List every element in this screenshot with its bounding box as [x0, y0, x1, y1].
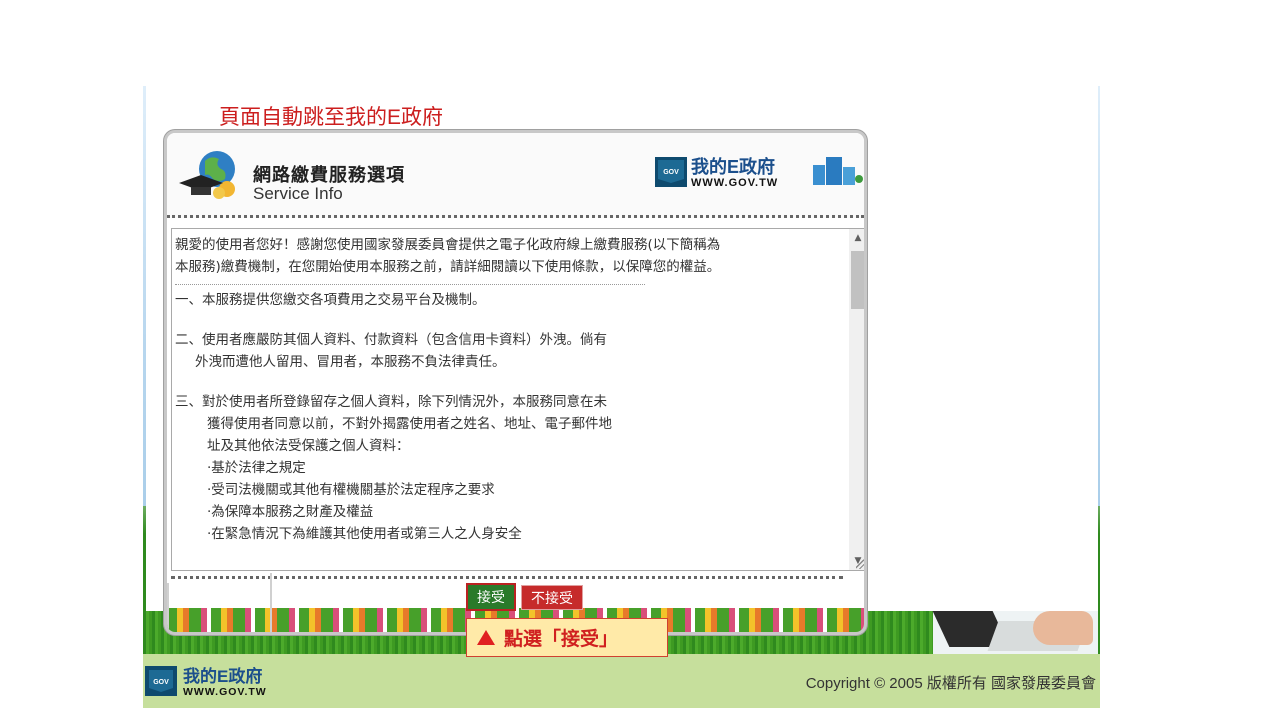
footer-logo-badge: GOV	[153, 679, 169, 686]
footer-gov-logo[interactable]: GOV 我的E政府 WWW.GOV.TW	[145, 664, 305, 698]
accept-button[interactable]: 接受	[466, 583, 516, 611]
dialog-title-en: Service Info	[253, 184, 343, 203]
terms-bullet-2: ‧受司法機關或其他有權機關基於法定程序之要求	[207, 482, 495, 498]
divider-line	[167, 583, 169, 632]
dialog-header: 網路繳費服務選項 Service Info GOV 我的E政府 WWW.GOV.…	[167, 133, 864, 218]
terms-intro-line1: 親愛的使用者您好！感謝您使用國家發展委員會提供之電子化政府線上繳費服務(以下簡稱…	[175, 237, 721, 253]
terms-textarea[interactable]: 親愛的使用者您好！感謝您使用國家發展委員會提供之電子化政府線上繳費服務(以下簡稱…	[171, 228, 864, 571]
terms-intro-line2: 本服務)繳費機制，在您開始使用本服務之前，請詳細閱讀以下使用條款，以保障您的權益…	[175, 259, 721, 275]
footer-logo-url: WWW.GOV.TW	[183, 686, 267, 698]
terms-item-1: 一、本服務提供您繳交各項費用之交易平台及機制。	[175, 292, 486, 308]
logo-text: 我的E政府	[691, 156, 775, 177]
hand-image	[1033, 611, 1093, 645]
logo-badge: GOV	[663, 169, 679, 176]
scroll-thumb[interactable]	[851, 251, 864, 309]
footer: GOV 我的E政府 WWW.GOV.TW Copyright © 2005 版權…	[143, 654, 1100, 708]
logo-url: WWW.GOV.TW	[691, 177, 778, 189]
reject-button[interactable]: 不接受	[521, 585, 583, 610]
footer-logo-text: 我的E政府	[183, 666, 262, 686]
resize-grip-icon[interactable]	[856, 559, 864, 569]
terms-content: 親愛的使用者您好！感謝您使用國家發展委員會提供之電子化政府線上繳費服務(以下簡稱…	[175, 234, 835, 545]
divider-line	[270, 573, 272, 632]
scroll-up-arrow-icon[interactable]: ▲	[849, 229, 864, 247]
instruction-callout: 點選「接受」	[466, 618, 668, 657]
terms-bullet-3: ‧為保障本服務之財產及權益	[207, 504, 374, 520]
terms-bullet-1: ‧基於法律之規定	[207, 460, 306, 476]
terms-item-3-line1: 三、對於使用者所登錄留存之個人資料，除下列情況外，本服務同意在未	[175, 394, 607, 410]
terms-item-2-line1: 二、使用者應嚴防其個人資料、付款資料（包含信用卡資料）外洩。倘有	[175, 332, 607, 348]
terms-item-3-line2: 獲得使用者同意以前，不對外揭露使用者之姓名、地址、電子郵件地	[207, 416, 612, 432]
footer-copyright: Copyright © 2005 版權所有 國家發展委員會	[805, 675, 1096, 692]
service-info-dialog: 網路繳費服務選項 Service Info GOV 我的E政府 WWW.GOV.…	[167, 133, 864, 632]
terms-bullet-4: ‧在緊急情況下為維護其他使用者或第三人之人身安全	[207, 526, 522, 542]
terms-item-3-line3: 址及其他依法受保護之個人資料：	[207, 438, 410, 454]
instruction-text: 點選「接受」	[504, 629, 619, 650]
vertical-scrollbar[interactable]: ▲ ▼	[849, 229, 864, 570]
divider	[175, 284, 645, 285]
terms-item-2-line2: 外洩而遭他人留用、冒用者，本服務不負法律責任。	[195, 354, 506, 370]
up-arrow-icon	[477, 630, 495, 645]
laptop-photo	[932, 611, 1098, 654]
redirect-notice: 頁面自動跳至我的E政府	[219, 106, 444, 129]
gov-tw-logo: GOV 我的E政府 WWW.GOV.TW	[655, 156, 863, 189]
globe-graduation-icon	[179, 151, 235, 199]
